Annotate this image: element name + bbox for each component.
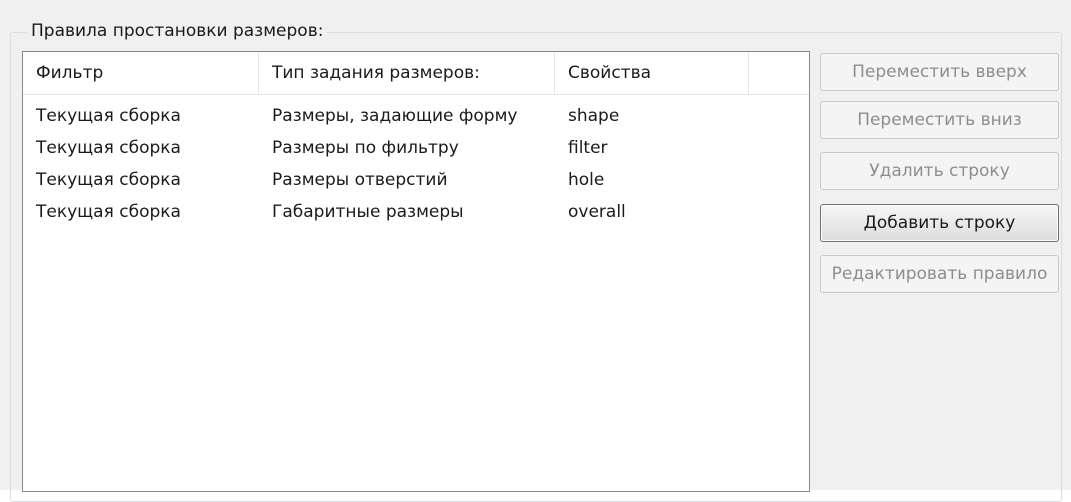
cell-dimension-type: Размеры, задающие форму [272, 106, 518, 126]
cell-dimension-type: Размеры по фильтру [272, 138, 459, 158]
add-row-button[interactable]: Добавить строку [820, 204, 1059, 242]
cell-dimension-type: Размеры отверстий [272, 170, 448, 190]
edit-rule-button[interactable]: Редактировать правило [820, 255, 1059, 293]
cell-properties: shape [568, 106, 620, 126]
cell-filter: Текущая сборка [36, 170, 181, 190]
cell-properties: overall [568, 202, 626, 222]
dimension-rules-panel: Правила простановки размеров: Фильтр Тип… [0, 0, 1071, 502]
cell-filter: Текущая сборка [36, 202, 181, 222]
column-header-empty[interactable] [749, 52, 809, 94]
move-down-button[interactable]: Переместить вниз [820, 101, 1059, 139]
table-header: Фильтр Тип задания размеров: Свойства [23, 52, 809, 95]
column-header-dimension-type[interactable]: Тип задания размеров: [259, 52, 555, 94]
table-row[interactable]: Текущая сборка Размеры, задающие форму s… [23, 100, 809, 132]
cell-properties: hole [568, 170, 605, 190]
cell-filter: Текущая сборка [36, 138, 181, 158]
table-row[interactable]: Текущая сборка Размеры по фильтру filter [23, 132, 809, 164]
column-header-filter[interactable]: Фильтр [23, 52, 259, 94]
delete-row-button[interactable]: Удалить строку [820, 152, 1059, 190]
cell-properties: filter [568, 138, 608, 158]
cell-dimension-type: Габаритные размеры [272, 202, 464, 222]
cell-filter: Текущая сборка [36, 106, 181, 126]
rules-table[interactable]: Фильтр Тип задания размеров: Свойства Те… [22, 51, 810, 492]
move-up-button[interactable]: Переместить вверх [820, 53, 1059, 91]
table-row[interactable]: Текущая сборка Габаритные размеры overal… [23, 196, 809, 228]
table-row[interactable]: Текущая сборка Размеры отверстий hole [23, 164, 809, 196]
group-title: Правила простановки размеров: [27, 20, 328, 42]
column-header-properties[interactable]: Свойства [555, 52, 749, 94]
